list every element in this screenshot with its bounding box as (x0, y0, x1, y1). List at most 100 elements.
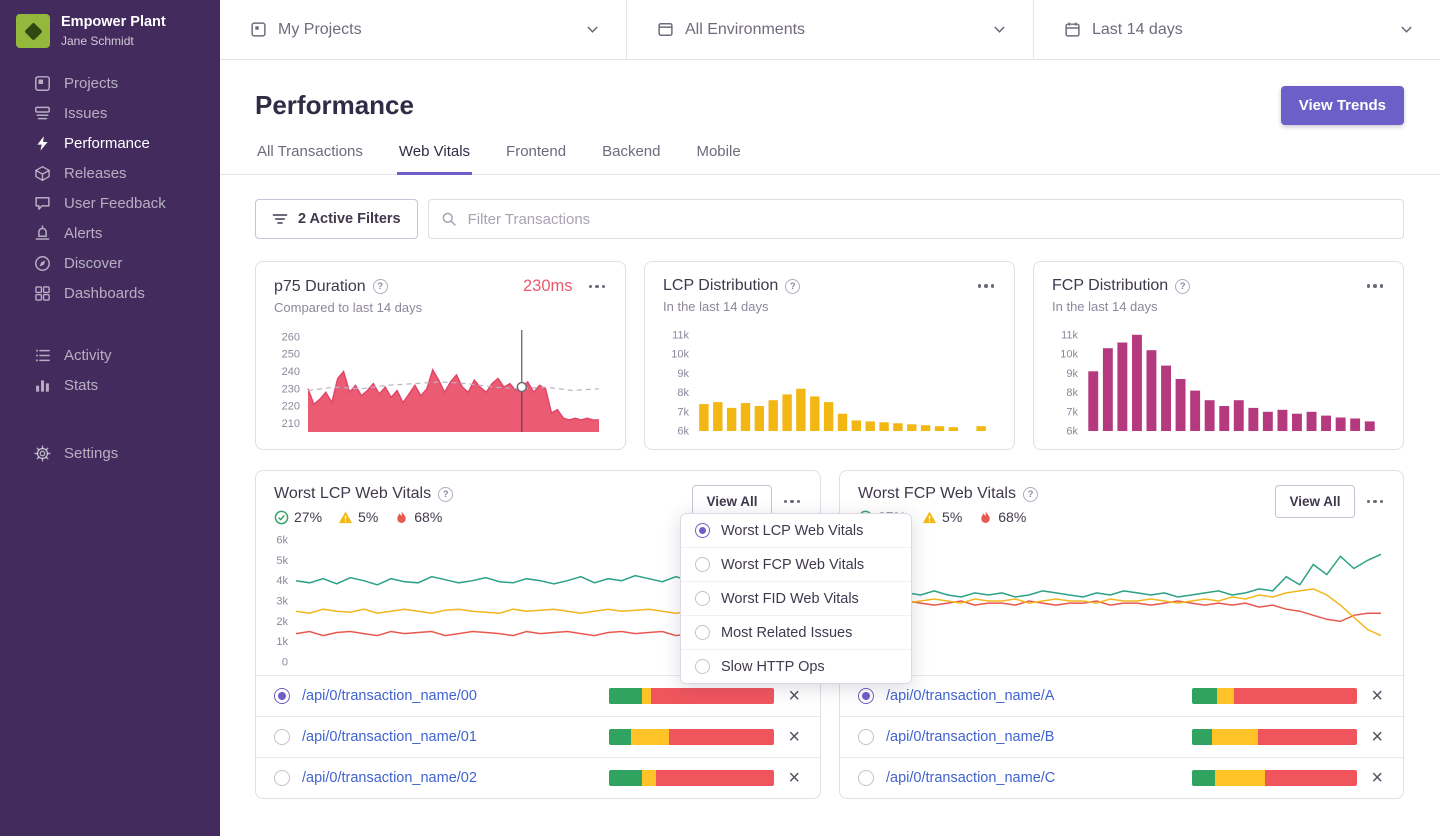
context-menu-button[interactable] (587, 280, 608, 294)
sidebar-item-label: Projects (64, 74, 119, 92)
svg-text:210: 210 (282, 418, 300, 430)
sidebar-item-label: Stats (64, 376, 99, 394)
environment-selector[interactable]: All Environments (627, 0, 1034, 59)
org-switcher[interactable]: Empower Plant Jane Schmidt (0, 0, 220, 58)
help-icon[interactable] (438, 486, 454, 502)
view-trends-button[interactable]: View Trends (1280, 86, 1404, 125)
project-selector[interactable]: My Projects (220, 0, 627, 59)
sidebar-item-issues[interactable]: Issues (0, 98, 220, 128)
user-feedback-icon (34, 195, 51, 212)
dropdown-option-worst-fcp[interactable]: Worst FCP Web Vitals (681, 547, 911, 581)
close-icon[interactable] (1369, 768, 1385, 788)
option-radio[interactable] (695, 625, 710, 640)
card-title: p75 Duration (274, 277, 366, 295)
card-title: LCP Distribution (663, 277, 779, 294)
sidebar-item-label: Issues (64, 104, 108, 122)
context-menu-button[interactable] (1365, 495, 1386, 509)
transaction-link[interactable]: /api/0/transaction_name/02 (302, 770, 597, 786)
dropdown-option-slow-http[interactable]: Slow HTTP Ops (681, 649, 911, 683)
close-icon[interactable] (1369, 727, 1385, 747)
sidebar-item-dashboards[interactable]: Dashboards (0, 278, 220, 308)
help-icon[interactable] (785, 278, 801, 294)
tab-mobile[interactable]: Mobile (694, 143, 742, 175)
option-radio[interactable] (695, 557, 710, 572)
sidebar-item-performance[interactable]: Performance (0, 128, 220, 158)
dropdown-option-worst-fid[interactable]: Worst FID Web Vitals (681, 581, 911, 615)
help-icon[interactable] (372, 279, 388, 294)
lcp-distribution-card: LCP Distribution In the last 14 days 11k… (644, 261, 1015, 450)
card-title: FCP Distribution (1052, 277, 1169, 294)
chevron-down-icon (585, 22, 600, 37)
transaction-radio[interactable] (274, 688, 290, 704)
option-radio[interactable] (695, 659, 710, 674)
filter-icon (272, 211, 288, 227)
dropdown-option-related-issues[interactable]: Most Related Issues (681, 615, 911, 649)
svg-text:7k: 7k (1066, 406, 1078, 418)
transaction-link[interactable]: /api/0/transaction_name/01 (302, 729, 597, 745)
tab-backend[interactable]: Backend (600, 143, 662, 175)
view-all-button[interactable]: View All (1275, 485, 1355, 518)
transaction-radio[interactable] (274, 770, 290, 786)
sidebar-item-user-feedback[interactable]: User Feedback (0, 188, 220, 218)
close-icon[interactable] (1369, 686, 1385, 706)
transaction-radio[interactable] (274, 729, 290, 745)
vitals-breakdown-bar (609, 770, 775, 786)
filter-transactions-input[interactable] (465, 209, 1391, 229)
date-range-selector[interactable]: Last 14 days (1034, 0, 1440, 59)
alerts-icon (34, 224, 51, 242)
sidebar-item-activity[interactable]: Activity (0, 340, 220, 370)
option-radio[interactable] (695, 591, 710, 606)
context-menu-button[interactable] (782, 495, 803, 509)
badge-value: 27% (294, 509, 323, 525)
table-row[interactable]: /api/0/transaction_name/C (840, 757, 1403, 798)
table-row[interactable]: /api/0/transaction_name/A (840, 675, 1403, 716)
transaction-link[interactable]: /api/0/transaction_name/A (886, 688, 1180, 704)
context-menu-button[interactable] (1365, 279, 1386, 293)
help-icon[interactable] (1175, 278, 1191, 294)
context-menu-button[interactable] (976, 279, 997, 293)
project-selector-value: My Projects (278, 20, 362, 38)
svg-text:230: 230 (282, 383, 300, 395)
org-logo-icon (16, 14, 50, 48)
lcp-distribution-chart: 11k 10k 9k 8k 7k 6k (663, 322, 996, 438)
transaction-link[interactable]: /api/0/transaction_name/C (886, 770, 1180, 786)
close-icon[interactable] (786, 768, 802, 788)
calendar-icon (1064, 21, 1081, 38)
active-filters-button[interactable]: 2 Active Filters (255, 199, 418, 239)
sidebar-item-alerts[interactable]: Alerts (0, 218, 220, 248)
help-icon[interactable] (1022, 486, 1038, 502)
table-row[interactable]: /api/0/transaction_name/B (840, 716, 1403, 757)
sidebar-item-settings[interactable]: Settings (0, 438, 220, 468)
dropdown-option-worst-lcp[interactable]: Worst LCP Web Vitals (681, 514, 911, 547)
transaction-link[interactable]: /api/0/transaction_name/B (886, 729, 1180, 745)
sidebar-item-releases[interactable]: Releases (0, 158, 220, 188)
fire-icon (394, 510, 409, 525)
sidebar-item-discover[interactable]: Discover (0, 248, 220, 278)
option-radio[interactable] (695, 523, 710, 538)
close-icon[interactable] (786, 727, 802, 747)
svg-text:11k: 11k (1061, 329, 1078, 341)
close-icon[interactable] (786, 686, 802, 706)
transaction-link[interactable]: /api/0/transaction_name/00 (302, 688, 597, 704)
tab-all-transactions[interactable]: All Transactions (255, 143, 365, 175)
sidebar-item-stats[interactable]: Stats (0, 370, 220, 400)
sidebar-item-label: Settings (64, 444, 119, 462)
tab-frontend[interactable]: Frontend (504, 143, 568, 175)
table-row[interactable]: /api/0/transaction_name/02 (256, 757, 820, 798)
sidebar-item-label: User Feedback (64, 194, 166, 212)
transaction-radio[interactable] (858, 688, 874, 704)
dropdown-option-label: Worst LCP Web Vitals (721, 522, 864, 539)
tab-web-vitals[interactable]: Web Vitals (396, 143, 473, 175)
vitals-badges: 27% 5% 68% (274, 509, 453, 525)
releases-icon (34, 165, 51, 182)
sidebar-item-label: Activity (64, 346, 112, 364)
svg-text:260: 260 (282, 331, 300, 343)
sidebar-item-label: Alerts (64, 224, 103, 242)
transaction-radio[interactable] (858, 729, 874, 745)
transaction-radio[interactable] (858, 770, 874, 786)
sidebar-item-projects[interactable]: Projects (0, 68, 220, 98)
dropdown-option-label: Worst FCP Web Vitals (721, 556, 865, 573)
svg-text:10k: 10k (671, 349, 689, 361)
table-row[interactable]: /api/0/transaction_name/01 (256, 716, 820, 757)
svg-text:6k: 6k (276, 535, 288, 547)
